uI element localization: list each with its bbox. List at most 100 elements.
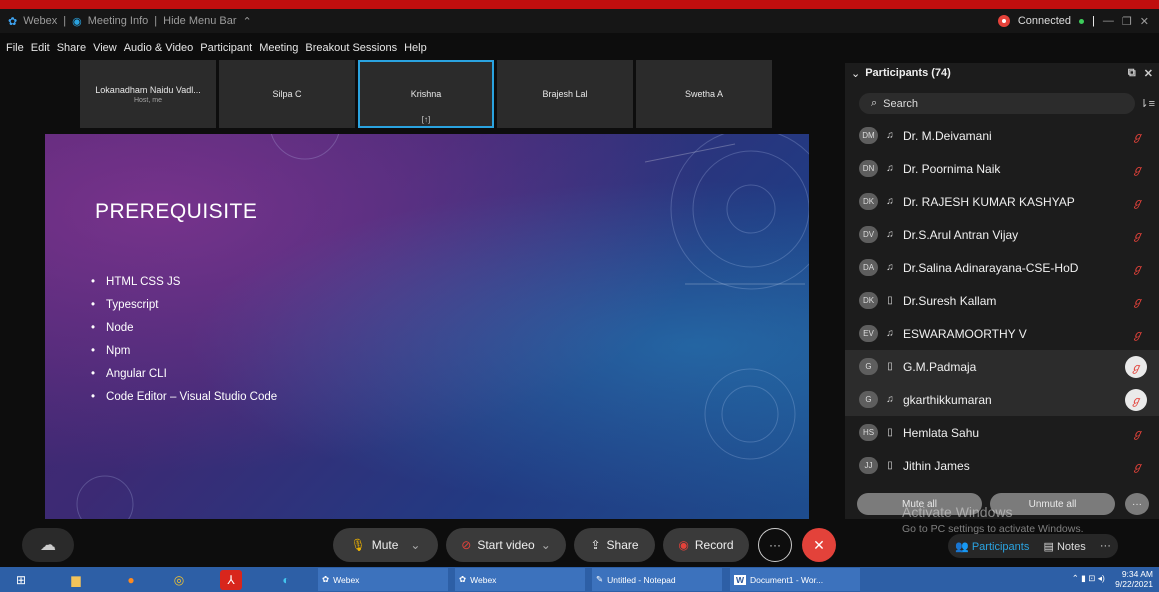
muted-mic-icon[interactable]: ℊ (1132, 425, 1143, 441)
phone-icon: ▯ (887, 361, 893, 372)
participant-name: Dr.Suresh Kallam (903, 293, 997, 308)
sort-icon[interactable]: ⇂≡ (1139, 97, 1155, 110)
headset-icon: ♫ (886, 196, 894, 207)
mic-icon: 🎙 (350, 538, 366, 552)
chevron-down-icon: ⌄ (540, 538, 551, 552)
taskbar-word[interactable]: W Document1 - Wor... (730, 568, 860, 591)
menu-file[interactable]: File (6, 42, 24, 58)
panel-close-icon[interactable]: ✕ (1144, 67, 1153, 80)
watermark-title: Activate Windows (902, 504, 1013, 520)
minimize-icon[interactable]: — (1103, 15, 1114, 27)
headset-icon: ♫ (886, 229, 894, 240)
muted-mic-icon[interactable]: ℊ (1132, 194, 1143, 210)
tray-icons[interactable]: ⌃ ▮ ⊡ ◂) (1072, 573, 1105, 583)
video-thumb[interactable]: Brajesh Lal (497, 60, 633, 128)
panel-header: ⌄ Participants (74) ⧉ ✕ (845, 63, 1159, 83)
file-explorer-icon[interactable]: ▆ (65, 570, 87, 590)
participant-row[interactable]: DM ♫ Dr. M.Deivamani ℊ (845, 119, 1159, 152)
participant-name: Dr. RAJESH KUMAR KASHYAP (903, 194, 1075, 209)
avatar: EV (859, 325, 878, 342)
avatar: DK (859, 193, 878, 210)
title-bar: ✿ Webex | ◉ Meeting Info | Hide Menu Bar… (0, 9, 1159, 33)
thumb-role: Host, me (133, 96, 162, 104)
taskbar-notepad[interactable]: ✎ Untitled - Notepad (592, 568, 722, 591)
video-thumbnails: Lokanadham Naidu Vadl... Host, me Silpa … (80, 60, 772, 128)
participant-row[interactable]: JJ ▯ Jithin James ℊ (845, 449, 1159, 482)
participant-row[interactable]: DN ♫ Dr. Poornima Naik ℊ (845, 152, 1159, 185)
muted-mic-icon[interactable]: ℊ (1132, 161, 1143, 177)
avatar: DN (859, 160, 878, 177)
video-thumb[interactable]: Lokanadham Naidu Vadl... Host, me (80, 60, 216, 128)
participant-name: Dr.Salina Adinarayana-CSE-HoD (903, 260, 1079, 275)
menu-share[interactable]: Share (57, 42, 86, 58)
menu-view[interactable]: View (93, 42, 117, 58)
close-icon[interactable]: ✕ (1140, 15, 1149, 28)
participants-toggle[interactable]: 👥 Participants (955, 540, 1029, 553)
participant-row[interactable]: G ♫ gkarthikkumaran ℊ (845, 383, 1159, 416)
shared-slide: PREREQUISITE HTML CSS JS Typescript Node… (45, 134, 809, 519)
participant-row[interactable]: DV ♫ Dr.S.Arul Antran Vijay ℊ (845, 218, 1159, 251)
restore-icon[interactable]: ❐ (1122, 15, 1132, 28)
participant-name: Dr. Poornima Naik (903, 161, 1001, 176)
participant-row[interactable]: HS ▯ Hemlata Sahu ℊ (845, 416, 1159, 449)
leave-meeting-icon[interactable]: ✕ (802, 528, 836, 562)
muted-mic-icon[interactable]: ℊ (1125, 355, 1147, 378)
taskbar-webex-1[interactable]: ✿ Webex (318, 568, 448, 591)
participant-row[interactable]: DA ♫ Dr.Salina Adinarayana-CSE-HoD ℊ (845, 251, 1159, 284)
hide-menu-bar-link[interactable]: Hide Menu Bar (163, 15, 236, 27)
share-button[interactable]: ⇪ Share (574, 528, 655, 562)
chevron-down-icon[interactable]: ⌄ (851, 67, 860, 80)
more-options-icon[interactable]: ··· (1125, 493, 1149, 515)
video-thumb-active[interactable]: Krishna [↑] (358, 60, 494, 128)
meeting-info-link[interactable]: Meeting Info (88, 15, 149, 27)
more-options-icon[interactable]: ··· (758, 528, 792, 562)
muted-mic-icon[interactable]: ℊ (1132, 326, 1143, 342)
taskbar-webex-2[interactable]: ✿ Webex (455, 568, 585, 591)
menu-edit[interactable]: Edit (31, 42, 50, 58)
menu-participant[interactable]: Participant (200, 42, 252, 58)
participant-list: DM ♫ Dr. M.Deivamani ℊ DN ♫ Dr. Poornima Naik… (845, 119, 1159, 482)
menu-audio-video[interactable]: Audio & Video (124, 42, 194, 58)
word-icon: W (734, 574, 747, 585)
more-options-icon[interactable]: ··· (1100, 540, 1111, 552)
connection-monitor-icon[interactable]: ☁ (22, 528, 74, 562)
webex-icon: ✿ (459, 574, 467, 584)
participant-name: gkarthikkumaran (903, 392, 992, 407)
avatar: DA (859, 259, 878, 276)
headset-icon: ♫ (886, 130, 894, 141)
edge-icon[interactable]: ◐ (275, 570, 297, 590)
avatar: DV (859, 226, 878, 243)
popout-icon[interactable]: ⧉ (1128, 67, 1136, 80)
participant-row[interactable]: EV ♫ ESWARAMOORTHY V ℊ (845, 317, 1159, 350)
chevron-up-icon[interactable]: ⌃ (243, 15, 252, 28)
muted-mic-icon[interactable]: ℊ (1132, 293, 1143, 309)
phone-icon: ▯ (887, 295, 893, 306)
muted-mic-icon[interactable]: ℊ (1132, 227, 1143, 243)
mute-button[interactable]: 🎙 Mute ⌄ (333, 528, 438, 562)
record-button[interactable]: ◉ Record (663, 528, 749, 562)
chrome-icon[interactable]: ◎ (168, 570, 190, 590)
participant-search-input[interactable]: ⌕ Search (859, 93, 1135, 114)
video-thumb[interactable]: Swetha A (636, 60, 772, 128)
video-thumb[interactable]: Silpa C (219, 60, 355, 128)
muted-mic-icon[interactable]: ℊ (1132, 260, 1143, 276)
muted-mic-icon[interactable]: ℊ (1125, 388, 1147, 411)
notepad-icon: ✎ (596, 574, 604, 584)
participant-row[interactable]: DK ▯ Dr.Suresh Kallam ℊ (845, 284, 1159, 317)
participant-row[interactable]: G ▯ G.M.Padmaja ℊ (845, 350, 1159, 383)
menu-breakout[interactable]: Breakout Sessions (305, 42, 397, 58)
menu-meeting[interactable]: Meeting (259, 42, 298, 58)
firefox-icon[interactable]: ● (120, 570, 142, 590)
acrobat-icon[interactable]: ⅄ (220, 570, 242, 590)
start-video-button[interactable]: ⊘ Start video ⌄ (446, 528, 566, 562)
thumb-name: Krishna (410, 89, 442, 99)
muted-mic-icon[interactable]: ℊ (1132, 128, 1143, 144)
participant-name: Jithin James (903, 458, 970, 473)
muted-mic-icon[interactable]: ℊ (1132, 458, 1143, 474)
participants-panel: ⌄ Participants (74) ⧉ ✕ ⌕ Search ⇂≡ DM ♫ Dr… (845, 63, 1159, 519)
connection-status-icon (997, 15, 1010, 27)
participant-row[interactable]: DK ♫ Dr. RAJESH KUMAR KASHYAP ℊ (845, 185, 1159, 218)
menu-help[interactable]: Help (404, 42, 427, 58)
notes-toggle[interactable]: ▤ Notes (1044, 540, 1086, 553)
start-icon[interactable]: ⊞ (10, 570, 32, 590)
